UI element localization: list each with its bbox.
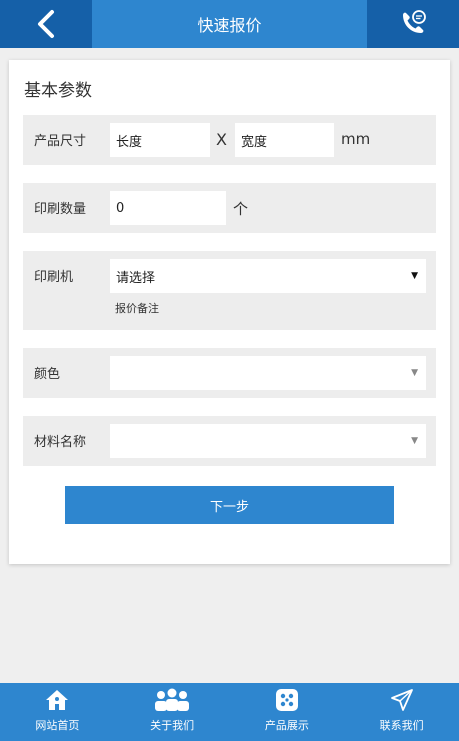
size-separator: X (216, 130, 227, 149)
width-input[interactable]: 宽度 (235, 123, 334, 157)
size-row: 产品尺寸 长度 X 宽度 mm (23, 115, 436, 165)
printer-label: 印刷机 (34, 270, 74, 285)
color-label: 颜色 (34, 367, 61, 382)
home-icon (46, 690, 69, 710)
phone-chat-icon (403, 10, 426, 33)
caret-down-icon: ▼ (411, 368, 418, 378)
section-title: 基本参数 (24, 81, 92, 101)
color-select[interactable]: ▼ (110, 356, 426, 390)
quantity-value: 0 (116, 200, 125, 216)
quote-form-card: 基本参数 产品尺寸 长度 X 宽度 mm 印刷数量 0 个 印刷机 请选择 ▼ … (9, 60, 450, 564)
length-placeholder: 长度 (116, 134, 143, 150)
size-unit: mm (341, 130, 371, 148)
quantity-unit: 个 (233, 200, 249, 218)
quantity-row: 印刷数量 0 个 (23, 183, 436, 233)
send-icon (390, 689, 413, 711)
next-step-button[interactable]: 下一步 (65, 486, 394, 524)
bottom-nav: 网站首页 关于我们 产品展示 联系我们 (0, 683, 459, 741)
nav-label: 关于我们 (150, 719, 195, 732)
top-bar: 快速报价 (0, 0, 459, 48)
width-placeholder: 宽度 (241, 134, 268, 150)
printer-row: 印刷机 请选择 ▼ 报价备注 (23, 251, 436, 330)
caret-down-icon: ▼ (411, 436, 418, 446)
nav-item-products[interactable]: 产品展示 (230, 683, 345, 741)
material-select[interactable]: ▼ (110, 424, 426, 458)
chevron-left-icon (38, 10, 54, 38)
length-input[interactable]: 长度 (110, 123, 210, 157)
color-row: 颜色 ▼ (23, 348, 436, 398)
material-label: 材料名称 (34, 435, 87, 450)
back-button[interactable] (0, 0, 92, 48)
quote-note-label: 报价备注 (115, 302, 159, 315)
size-label: 产品尺寸 (34, 134, 87, 149)
nav-label: 网站首页 (35, 719, 80, 732)
nav-label: 产品展示 (264, 719, 309, 732)
nav-item-about[interactable]: 关于我们 (115, 683, 230, 741)
nav-item-contact[interactable]: 联系我们 (344, 683, 459, 741)
nav-item-home[interactable]: 网站首页 (0, 683, 115, 741)
quantity-input[interactable]: 0 (110, 191, 226, 225)
material-row: 材料名称 ▼ (23, 416, 436, 466)
printer-selected: 请选择 (116, 270, 156, 286)
phone-button[interactable] (367, 0, 459, 48)
nav-label: 联系我们 (379, 719, 424, 732)
quantity-label: 印刷数量 (34, 202, 87, 217)
page-title: 快速报价 (197, 16, 262, 35)
printer-select[interactable]: 请选择 ▼ (110, 259, 426, 293)
grid-icon (275, 689, 298, 711)
caret-down-icon: ▼ (411, 271, 418, 281)
users-icon (155, 688, 190, 711)
